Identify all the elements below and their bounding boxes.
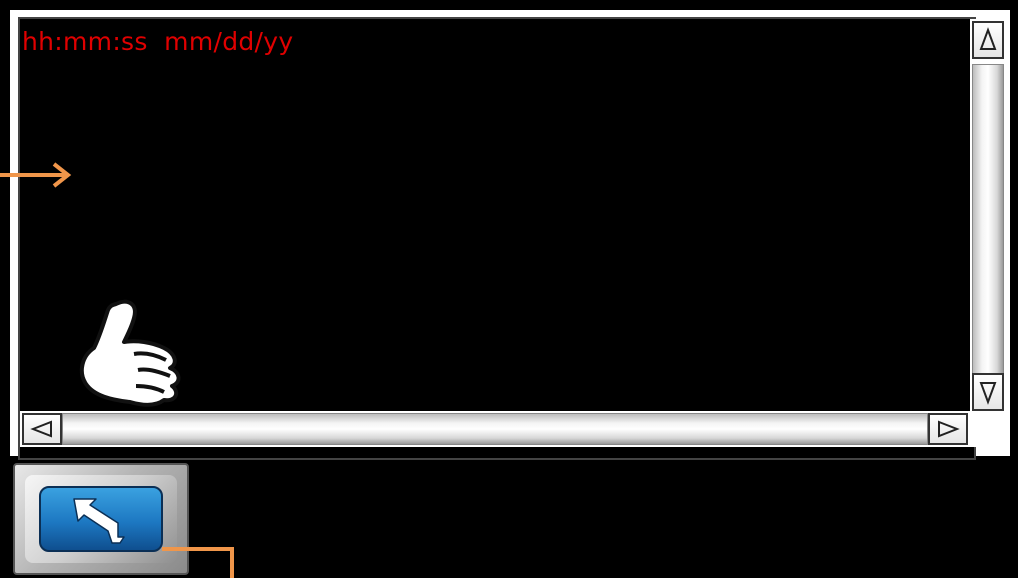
- vertical-scrollbar[interactable]: [970, 19, 1008, 411]
- triangle-left-icon: [30, 420, 52, 438]
- scroll-down-button[interactable]: [972, 373, 1004, 411]
- back-button[interactable]: [39, 486, 163, 552]
- annotation-leader-line: [162, 547, 234, 578]
- vertical-scroll-track[interactable]: [972, 64, 1004, 374]
- triangle-right-icon: [938, 420, 960, 438]
- log-header-text: hh:mm:ss mm/dd/yy: [22, 27, 294, 56]
- scroll-left-button[interactable]: [22, 413, 62, 445]
- pointing-hand-icon: [79, 299, 181, 407]
- return-arrow-icon: [73, 498, 125, 544]
- horizontal-scroll-track[interactable]: [62, 413, 928, 445]
- triangle-down-icon: [979, 382, 997, 405]
- triangle-up-icon: [979, 27, 997, 50]
- horizontal-scrollbar[interactable]: [20, 411, 970, 447]
- scrollbar-corner: [970, 411, 1008, 447]
- scroll-right-button[interactable]: [928, 413, 968, 445]
- annotation-arrow-icon: [0, 162, 72, 188]
- back-button-bevel: [25, 475, 177, 563]
- scroll-up-button[interactable]: [972, 21, 1004, 59]
